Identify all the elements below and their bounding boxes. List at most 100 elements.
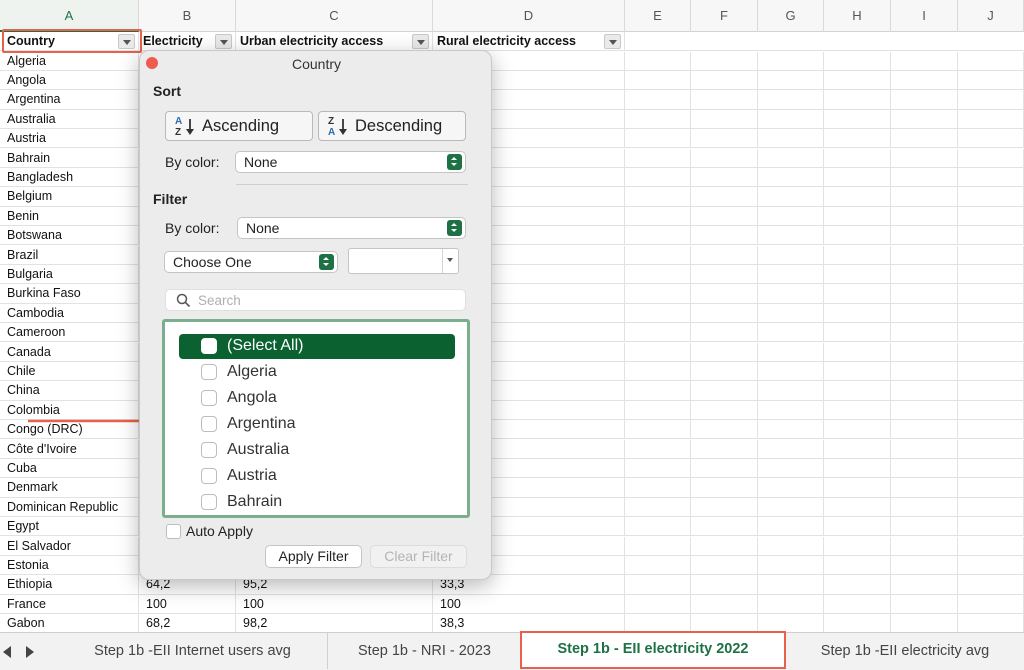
cell-e[interactable]: [625, 264, 691, 285]
cell-f[interactable]: [691, 439, 758, 459]
cell-i[interactable]: [891, 129, 958, 149]
cell-a[interactable]: Côte d'Ivoire: [0, 439, 139, 459]
filter-dropdown-button[interactable]: [215, 34, 232, 49]
cell-i[interactable]: [891, 187, 958, 207]
cell-i[interactable]: [891, 323, 958, 343]
cell-a[interactable]: Denmark: [0, 478, 139, 498]
cell-f[interactable]: [691, 458, 758, 479]
filter-dropdown-button[interactable]: [604, 34, 621, 49]
cell-e[interactable]: [625, 400, 691, 421]
auto-apply-checkbox[interactable]: [166, 524, 181, 539]
list-item[interactable]: Angola: [179, 386, 455, 411]
cell-j[interactable]: [958, 206, 1024, 227]
apply-filter-button[interactable]: Apply Filter: [265, 545, 362, 568]
cell-g[interactable]: [758, 420, 824, 440]
cell-g[interactable]: [758, 206, 824, 227]
cell-i[interactable]: [891, 497, 958, 518]
checkbox[interactable]: [201, 390, 217, 406]
list-item[interactable]: Bahrain: [179, 490, 455, 515]
cell-i[interactable]: [891, 148, 958, 168]
cell-j[interactable]: [958, 264, 1024, 285]
cell-g[interactable]: [758, 264, 824, 285]
cell-g[interactable]: [758, 70, 824, 91]
sheet-tab[interactable]: Step 1b - NRI - 2023: [328, 633, 522, 669]
cell-f[interactable]: [691, 129, 758, 149]
column-header-b[interactable]: B: [139, 0, 236, 32]
cell-h[interactable]: [824, 70, 891, 91]
cell-a[interactable]: Brazil: [0, 245, 139, 265]
cell-g[interactable]: [758, 187, 824, 207]
cell-i[interactable]: [891, 400, 958, 421]
cell-e[interactable]: [625, 420, 691, 440]
column-header-d[interactable]: D: [433, 0, 625, 32]
checkbox[interactable]: [201, 416, 217, 432]
list-item[interactable]: Argentina: [179, 412, 455, 437]
cell-e[interactable]: [625, 167, 691, 188]
cell-e[interactable]: [625, 614, 691, 632]
filter-color-select[interactable]: None: [237, 217, 466, 239]
cell-h[interactable]: [824, 420, 891, 440]
checkbox[interactable]: [201, 494, 217, 510]
cell-f[interactable]: [691, 594, 758, 615]
cell-a[interactable]: Cambodia: [0, 303, 139, 324]
cell-h[interactable]: [824, 303, 891, 324]
cell-j[interactable]: [958, 90, 1024, 110]
cell-f[interactable]: [691, 70, 758, 91]
cell-e[interactable]: [625, 70, 691, 91]
cell-f[interactable]: [691, 342, 758, 362]
cell-c[interactable]: 98,2: [236, 614, 433, 632]
cell-i[interactable]: [891, 478, 958, 498]
cell-h[interactable]: [824, 187, 891, 207]
cell-a[interactable]: Egypt: [0, 517, 139, 537]
search-box[interactable]: [165, 289, 466, 311]
cell-a[interactable]: Benin: [0, 206, 139, 227]
filter-dropdown-button[interactable]: [412, 34, 429, 49]
cell-i[interactable]: [891, 90, 958, 110]
cell-f[interactable]: [691, 555, 758, 576]
cell-e[interactable]: [625, 478, 691, 498]
cell-f[interactable]: [691, 167, 758, 188]
cell-j[interactable]: [958, 536, 1024, 556]
cell-f[interactable]: [691, 536, 758, 556]
cell-e[interactable]: [625, 555, 691, 576]
cell-g[interactable]: [758, 614, 824, 632]
cell-a[interactable]: Bulgaria: [0, 264, 139, 285]
cell-e[interactable]: [625, 497, 691, 518]
cell-g[interactable]: [758, 536, 824, 556]
cell-j[interactable]: [958, 555, 1024, 576]
cell-h[interactable]: [824, 226, 891, 246]
cell-f[interactable]: [691, 517, 758, 537]
column-header-e[interactable]: E: [625, 0, 691, 32]
cell-a[interactable]: Ethiopia: [0, 575, 139, 595]
cell-j[interactable]: [958, 342, 1024, 362]
cell-j[interactable]: [958, 478, 1024, 498]
cell-g[interactable]: [758, 400, 824, 421]
cell-h[interactable]: [824, 90, 891, 110]
checkbox[interactable]: [201, 338, 217, 354]
cell-j[interactable]: [958, 187, 1024, 207]
column-header-a[interactable]: A: [0, 0, 139, 32]
cell-g[interactable]: [758, 303, 824, 324]
cell-e[interactable]: [625, 381, 691, 401]
cell-g[interactable]: [758, 129, 824, 149]
cell-g[interactable]: [758, 361, 824, 382]
cell-j[interactable]: [958, 517, 1024, 537]
cell-g[interactable]: [758, 594, 824, 615]
cell-e[interactable]: [625, 90, 691, 110]
cell-e[interactable]: [625, 129, 691, 149]
cell-j[interactable]: [958, 51, 1024, 71]
cell-h[interactable]: [824, 148, 891, 168]
cell-j[interactable]: [958, 381, 1024, 401]
cell-e[interactable]: [625, 226, 691, 246]
cell-h[interactable]: [824, 575, 891, 595]
cell-f[interactable]: [691, 381, 758, 401]
cell-a[interactable]: Austria: [0, 129, 139, 149]
cell-j[interactable]: [958, 303, 1024, 324]
cell-h[interactable]: [824, 284, 891, 304]
cell-f[interactable]: [691, 420, 758, 440]
cell-i[interactable]: [891, 381, 958, 401]
sheet-tab[interactable]: Step 1b -EII electricity avg: [786, 633, 1024, 669]
cell-e[interactable]: [625, 303, 691, 324]
checkbox[interactable]: [201, 364, 217, 380]
cell-a[interactable]: Gabon: [0, 614, 139, 632]
